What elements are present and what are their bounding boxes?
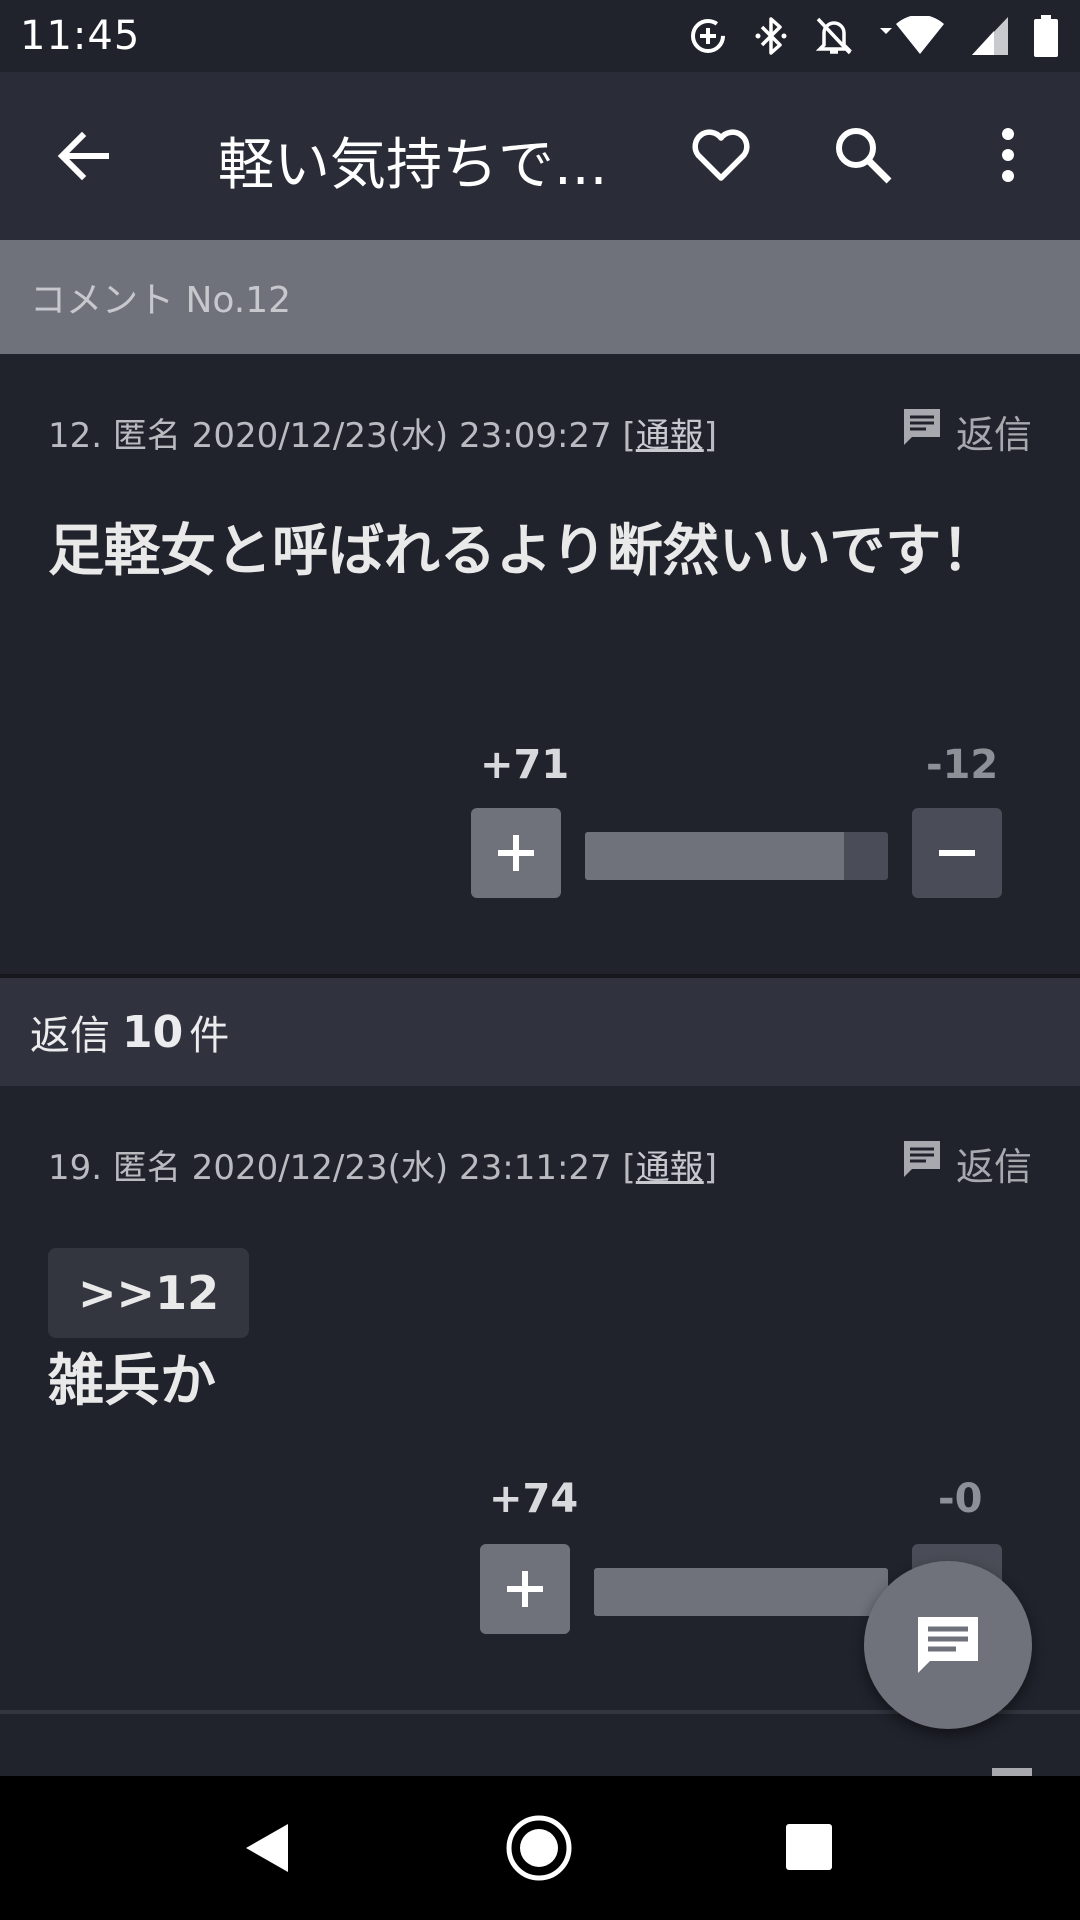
nav-back-icon[interactable]: [242, 1822, 290, 1878]
comment-body: 足軽女と呼ばれるより断然いいです！: [48, 519, 998, 584]
comment-icon: [902, 1139, 942, 1188]
vote-ratio-bar: [585, 832, 888, 880]
plus-count: +74: [489, 1476, 579, 1522]
comment-meta-suffix: ]: [703, 416, 718, 456]
comment-body: 雑兵か: [48, 1349, 216, 1414]
notifications-off-icon: [814, 15, 854, 57]
more-vert-icon[interactable]: [980, 124, 1036, 186]
replies-header: 返信 10 件: [0, 978, 1080, 1086]
battery-icon: [1034, 15, 1058, 57]
comment-meta-text: 19. 匿名 2020/12/23(水) 23:11:27 [: [48, 1148, 636, 1188]
plus-icon: [507, 1571, 543, 1607]
heart-outline-icon[interactable]: [690, 124, 752, 186]
vote-ratio-bar: [594, 1568, 888, 1616]
minus-count: -0: [938, 1476, 983, 1522]
section-header-label: コメント No.12: [30, 280, 292, 321]
plus-vote-button[interactable]: [471, 808, 561, 898]
reply-label: 返信: [955, 413, 1032, 457]
nav-recents-icon[interactable]: [786, 1824, 832, 1874]
comment-meta: 19. 匿名 2020/12/23(水) 23:11:27 [通報]: [48, 1140, 717, 1189]
reply-button[interactable]: 返信: [902, 404, 1032, 459]
minus-vote-button[interactable]: [912, 808, 1002, 898]
replies-count: 10: [122, 1006, 184, 1058]
comment-icon: [902, 407, 942, 456]
comment-icon: [918, 1617, 978, 1673]
data-saver-icon: [688, 16, 728, 56]
bluetooth-icon: [754, 15, 788, 57]
nav-home-icon[interactable]: [505, 1814, 573, 1886]
minus-count: -12: [926, 742, 999, 788]
status-bar: 11:45: [0, 0, 1080, 72]
minus-icon: [939, 850, 975, 856]
comment-icon: [992, 1768, 1032, 1776]
navigation-bar: [0, 1776, 1080, 1920]
app-bar: 軽い気持ちで...: [0, 72, 1080, 240]
signal-icon: [972, 17, 1008, 55]
report-link[interactable]: 通報: [636, 416, 704, 456]
comment-meta-text: 12. 匿名 2020/12/23(水) 23:09:27 [: [48, 416, 636, 456]
replies-suffix: 件: [189, 1013, 230, 1059]
search-icon[interactable]: [832, 124, 894, 186]
back-arrow-icon[interactable]: [54, 126, 114, 186]
status-icons: [688, 15, 1058, 57]
reply-anchor-link[interactable]: >>12: [48, 1248, 250, 1338]
plus-icon: [498, 835, 534, 871]
plus-vote-button[interactable]: [480, 1544, 570, 1634]
status-time: 11:45: [20, 13, 141, 59]
section-header: コメント No.12: [0, 240, 1080, 354]
page-title: 軽い気持ちで...: [218, 133, 608, 198]
vote-ratio-fill: [594, 1568, 888, 1616]
compose-comment-button[interactable]: [864, 1561, 1032, 1729]
reply-label: 返信: [955, 1145, 1032, 1189]
comment-meta-suffix: ]: [703, 1148, 718, 1188]
vote-ratio-fill: [585, 832, 845, 880]
comment-meta: 12. 匿名 2020/12/23(水) 23:09:27 [通報]: [48, 408, 717, 457]
reply-button[interactable]: 返信: [902, 1136, 1032, 1191]
comment-item: 12. 匿名 2020/12/23(水) 23:09:27 [通報] 返信 足軽…: [0, 354, 1080, 974]
report-link[interactable]: 通報: [636, 1148, 704, 1188]
plus-count: +71: [480, 742, 570, 788]
wifi-icon: [880, 16, 946, 56]
replies-label: 返信: [30, 1013, 110, 1059]
